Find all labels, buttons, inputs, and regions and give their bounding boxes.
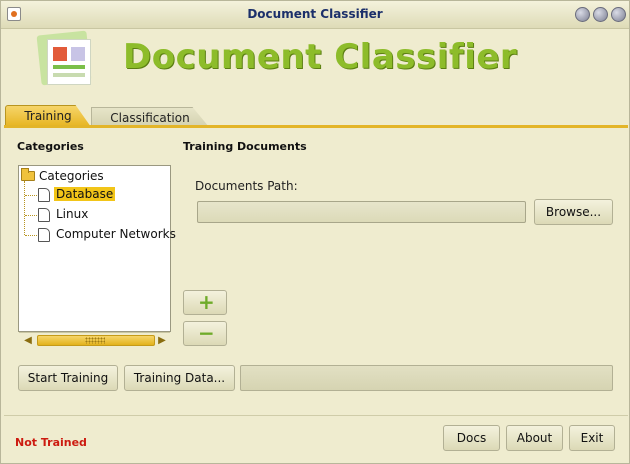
tree-connector (25, 215, 37, 216)
close-button[interactable] (611, 7, 626, 22)
tree-item-database[interactable]: Database (54, 187, 116, 201)
documents-path-input[interactable] (197, 201, 526, 223)
tab-classification[interactable]: Classification (91, 107, 209, 127)
tree-item-computer-networks[interactable]: Computer Networks (54, 227, 178, 241)
documents-path-label: Documents Path: (195, 179, 298, 193)
tree-connector (25, 195, 37, 196)
scroll-right-icon[interactable]: ▶ (155, 334, 169, 347)
tree-root-label: Categories (39, 169, 104, 183)
remove-document-button[interactable]: − (183, 321, 227, 346)
training-documents-title: Training Documents (183, 140, 307, 153)
app-window: Document Classifier Document Classifier … (0, 0, 630, 464)
about-button[interactable]: About (506, 425, 563, 451)
tab-training[interactable]: Training (5, 105, 91, 127)
add-document-button[interactable]: + (183, 290, 227, 315)
document-icon (38, 188, 50, 202)
training-data-button[interactable]: Training Data... (124, 365, 235, 391)
start-training-button[interactable]: Start Training (18, 365, 118, 391)
categories-title: Categories (17, 140, 84, 153)
footer-divider (4, 415, 628, 416)
docs-button[interactable]: Docs (443, 425, 500, 451)
status-label: Not Trained (15, 436, 87, 449)
exit-button[interactable]: Exit (569, 425, 615, 451)
minimize-button[interactable] (575, 7, 590, 22)
minus-icon: − (198, 321, 215, 345)
maximize-button[interactable] (593, 7, 608, 22)
document-icon (38, 228, 50, 242)
folder-open-icon (21, 168, 35, 181)
tree-item-linux[interactable]: Linux (54, 207, 90, 221)
browse-button[interactable]: Browse... (534, 199, 613, 225)
scroll-grip-icon (85, 337, 105, 344)
window-title: Document Classifier (247, 7, 383, 21)
document-icon (38, 208, 50, 222)
training-progress-bar (240, 365, 613, 391)
tree-connector (24, 181, 25, 235)
scroll-left-icon[interactable]: ◀ (21, 334, 35, 347)
app-heading: Document Classifier (123, 37, 518, 77)
tree-connector (25, 235, 37, 236)
document-layout-icon (36, 30, 95, 89)
title-bar[interactable]: Document Classifier (1, 1, 629, 29)
horizontal-scrollbar[interactable]: ◀ ▶ (19, 332, 170, 347)
plus-icon: + (198, 290, 215, 314)
